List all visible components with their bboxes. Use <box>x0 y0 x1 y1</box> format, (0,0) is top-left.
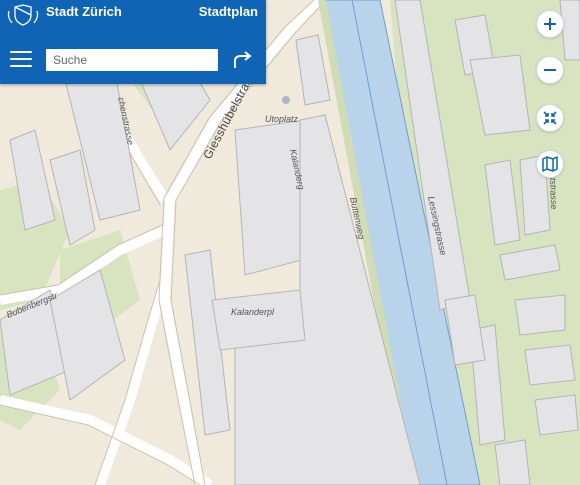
menu-icon-bar <box>10 51 32 53</box>
minus-icon <box>544 69 556 71</box>
label-utoplatz: Utoplatz <box>265 114 299 124</box>
collapse-arrows-icon <box>543 111 557 125</box>
brand-name[interactable]: Stadt Zürich <box>46 4 122 19</box>
label-kalanderpl: Kalanderpl <box>231 307 275 317</box>
zoom-out-button[interactable] <box>536 56 564 84</box>
plus-icon <box>544 18 556 30</box>
label-tstrasse: tstrasse <box>548 178 559 210</box>
building <box>494 439 531 485</box>
building <box>524 344 576 386</box>
building <box>534 394 579 436</box>
building <box>211 289 306 351</box>
menu-button[interactable] <box>10 51 32 69</box>
map-icon <box>542 156 558 172</box>
route-arrow-icon[interactable] <box>232 50 254 70</box>
zoom-in-button[interactable] <box>536 10 564 38</box>
app-title: Stadtplan <box>198 4 258 19</box>
fullscreen-button[interactable] <box>536 104 564 132</box>
menu-icon-bar <box>10 65 32 67</box>
city-logo-icon <box>7 4 39 26</box>
building <box>514 294 566 336</box>
fountain-marker <box>282 96 290 104</box>
app-header-panel: Stadt Zürich Stadtplan <box>0 0 266 84</box>
basemap-button[interactable] <box>536 150 564 178</box>
menu-icon-bar <box>10 58 32 60</box>
search-input[interactable] <box>46 49 218 71</box>
